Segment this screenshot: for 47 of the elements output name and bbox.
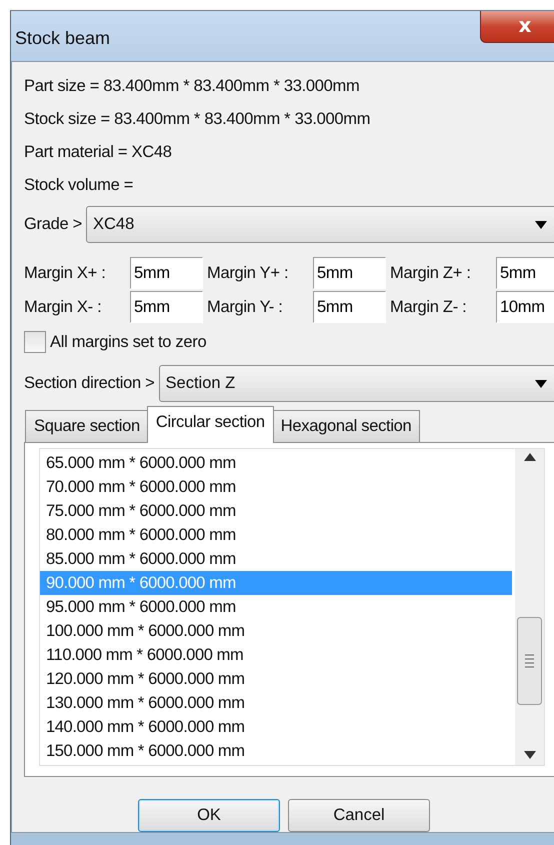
- margin-field[interactable]: 5mm: [130, 291, 203, 323]
- info-text: Part material = XC48: [24, 142, 173, 163]
- tab[interactable]: Circular section: [146, 406, 274, 443]
- ok-button[interactable]: OK: [138, 799, 280, 832]
- caret-icon: [535, 380, 547, 388]
- list-item[interactable]: 80.000 mm * 6000.000 mm: [40, 523, 512, 547]
- list-item[interactable]: 110.000 mm * 6000.000 mm: [40, 643, 512, 667]
- grade-label: Grade >: [24, 215, 82, 234]
- margin-label: Margin X- :: [24, 298, 102, 316]
- list-item[interactable]: 150.000 mm * 6000.000 mm: [40, 739, 512, 763]
- list-item[interactable]: 140.000 mm * 6000.000 mm: [40, 715, 512, 739]
- list-item[interactable]: 65.000 mm * 6000.000 mm: [40, 451, 512, 475]
- list-item[interactable]: 95.000 mm * 6000.000 mm: [40, 595, 512, 619]
- cancel-button[interactable]: Cancel: [288, 799, 430, 832]
- list-item[interactable]: 85.000 mm * 6000.000 mm: [40, 547, 512, 571]
- section-direction-dropdown[interactable]: Section Z: [158, 365, 554, 402]
- scrollbar[interactable]: [515, 449, 544, 765]
- tab[interactable]: Hexagonal section: [272, 410, 420, 443]
- checkbox[interactable]: [24, 331, 46, 353]
- list-item[interactable]: 120.000 mm * 6000.000 mm: [40, 667, 512, 691]
- list-item[interactable]: 100.000 mm * 6000.000 mm: [40, 619, 512, 643]
- caret-icon: [535, 220, 547, 228]
- scroll-down-icon[interactable]: [524, 751, 536, 759]
- info-text: Stock volume =: [24, 175, 134, 196]
- margin-field[interactable]: 5mm: [313, 291, 386, 323]
- list-item[interactable]: 75.000 mm * 6000.000 mm: [40, 499, 512, 523]
- margin-field[interactable]: 5mm: [313, 257, 386, 289]
- margin-field[interactable]: 5mm: [496, 257, 554, 289]
- scroll-thumb[interactable]: [517, 617, 542, 705]
- margin-field[interactable]: 10mm: [496, 291, 554, 323]
- margin-label: Margin X+ :: [24, 264, 107, 282]
- checkbox-label: All margins set to zero: [50, 332, 206, 352]
- close-button[interactable]: x: [480, 11, 554, 43]
- tab[interactable]: Square section: [25, 410, 149, 443]
- margin-label: Margin Z- :: [390, 298, 468, 316]
- margin-label: Margin Y+ :: [207, 264, 290, 282]
- scroll-up-icon[interactable]: [524, 453, 536, 461]
- margin-label: Margin Y- :: [207, 298, 284, 316]
- window-title: Stock beam: [15, 28, 110, 48]
- info-text: Stock size = 83.400mm * 83.400mm * 33.000mm: [24, 109, 372, 130]
- grade-dropdown[interactable]: XC48: [86, 206, 554, 243]
- info-text: Part size = 83.400mm * 83.400mm * 33.000mm: [24, 76, 360, 97]
- section-direction-label: Section direction >: [24, 374, 155, 393]
- margin-field[interactable]: 5mm: [130, 257, 203, 289]
- list-item[interactable]: 130.000 mm * 6000.000 mm: [40, 691, 512, 715]
- margin-label: Margin Z+ :: [390, 264, 472, 282]
- list-item[interactable]: 70.000 mm * 6000.000 mm: [40, 475, 512, 499]
